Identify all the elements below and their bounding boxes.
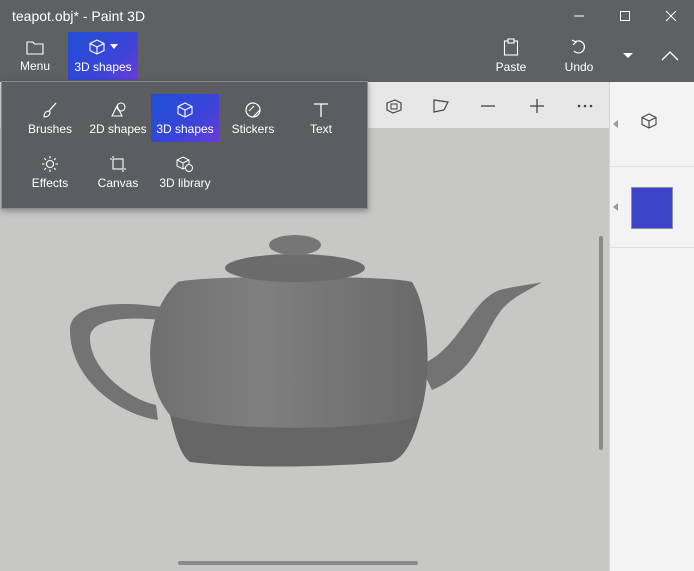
cube-icon xyxy=(89,39,105,55)
shapes2d-label: 2D shapes xyxy=(89,122,147,136)
stickers-tool[interactable]: Stickers xyxy=(219,94,287,142)
view-3d-button[interactable] xyxy=(384,96,404,116)
shapes3d-label: 3D shapes xyxy=(74,60,132,74)
chevron-down-icon xyxy=(110,44,118,49)
canvas-icon xyxy=(110,156,126,172)
shapes2d-tool[interactable]: 2D shapes xyxy=(84,94,152,142)
canvas-tool[interactable]: Canvas xyxy=(84,148,152,196)
vertical-scrollbar[interactable] xyxy=(599,236,603,450)
undo-icon xyxy=(571,39,585,54)
more-options-button[interactable] xyxy=(614,32,642,80)
menu-label: Menu xyxy=(19,59,51,73)
maximize-button[interactable] xyxy=(602,0,648,32)
undo-button[interactable]: Undo xyxy=(556,32,602,80)
tools-flyout: Brushes 2D shapes 3D shapes Stickers Tex… xyxy=(1,81,368,209)
zoom-in-button[interactable] xyxy=(527,96,547,116)
library3d-tool[interactable]: 3D library xyxy=(151,148,219,196)
effects-tool[interactable]: Effects xyxy=(16,148,84,196)
panel-3d-object-button[interactable] xyxy=(640,112,658,135)
sticker-icon xyxy=(245,102,261,118)
cube-icon xyxy=(641,113,657,129)
paste-button[interactable]: Paste xyxy=(488,32,534,80)
perspective-button[interactable] xyxy=(431,96,451,116)
color-swatch[interactable] xyxy=(631,187,673,229)
brushes-label: Brushes xyxy=(27,122,73,136)
horizontal-scrollbar[interactable] xyxy=(178,561,418,565)
close-button[interactable] xyxy=(648,0,694,32)
stickers-label: Stickers xyxy=(231,122,275,136)
shapes3d-button[interactable]: 3D shapes xyxy=(68,32,138,80)
side-panel xyxy=(609,82,694,571)
folder-icon xyxy=(26,41,44,55)
title-bar: teapot.obj* - Paint 3D xyxy=(0,0,694,32)
chevron-left-icon xyxy=(613,203,618,211)
paint3d-window: teapot.obj* - Paint 3D Menu 3D shapes Pa… xyxy=(0,0,694,571)
brush-icon xyxy=(43,102,57,118)
plus-icon xyxy=(530,99,544,113)
text-icon xyxy=(314,103,328,117)
collapse-toolbar-button[interactable] xyxy=(648,32,692,80)
window-title: teapot.obj* - Paint 3D xyxy=(12,8,146,24)
more-button[interactable] xyxy=(575,96,595,116)
chevron-left-icon xyxy=(613,120,618,128)
maximize-icon xyxy=(620,11,630,21)
teapot-model[interactable] xyxy=(60,230,560,475)
paste-label: Paste xyxy=(495,60,527,74)
cube-icon xyxy=(177,102,193,118)
minimize-icon xyxy=(574,15,584,17)
shapes3d-tool[interactable]: 3D shapes xyxy=(151,94,219,142)
sun-icon xyxy=(42,156,58,172)
perspective-icon xyxy=(433,99,449,113)
minus-icon xyxy=(481,105,495,107)
shapes3d-tool-label: 3D shapes xyxy=(156,122,214,136)
library-3d-icon xyxy=(176,156,193,172)
clipboard-icon xyxy=(503,38,519,56)
text-label: Text xyxy=(309,122,332,136)
close-icon xyxy=(665,10,677,22)
text-tool[interactable]: Text xyxy=(287,94,355,142)
minimize-button[interactable] xyxy=(556,0,602,32)
chevron-up-icon xyxy=(661,51,679,61)
brushes-tool[interactable]: Brushes xyxy=(16,94,84,142)
library3d-label: 3D library xyxy=(159,176,211,190)
canvas-label: Canvas xyxy=(97,176,139,190)
chevron-down-icon xyxy=(623,53,633,58)
undo-label: Undo xyxy=(564,60,594,74)
more-dots-icon xyxy=(577,104,593,108)
zoom-out-button[interactable] xyxy=(478,96,498,116)
top-toolbar: Menu 3D shapes Paste Undo xyxy=(0,32,694,82)
panel-divider xyxy=(610,166,694,167)
menu-button[interactable]: Menu xyxy=(10,32,60,80)
shapes-2d-icon xyxy=(111,102,126,117)
panel-divider xyxy=(610,247,694,248)
effects-label: Effects xyxy=(31,176,69,190)
view-3d-icon xyxy=(386,99,402,114)
